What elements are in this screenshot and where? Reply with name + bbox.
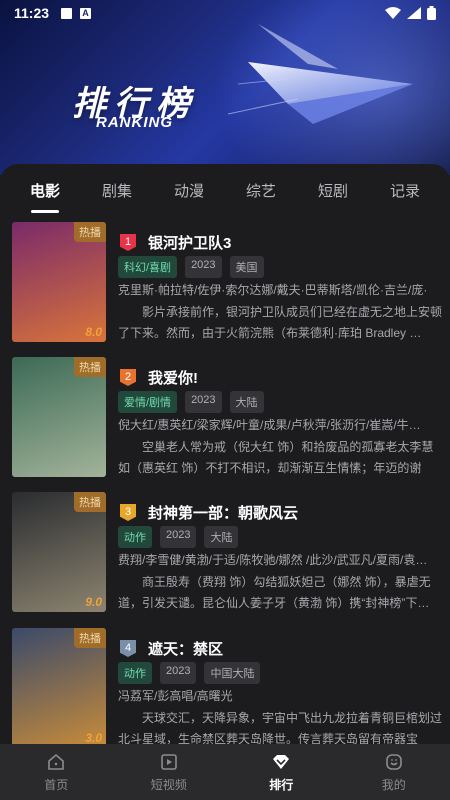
year-tag: 2023: [160, 526, 197, 548]
item-title[interactable]: 遮天：禁区: [148, 638, 223, 659]
play-icon: [160, 753, 177, 770]
nav-short-video[interactable]: 短视频: [113, 744, 226, 800]
poster-image[interactable]: 热播 9.0: [12, 492, 106, 612]
poster-image[interactable]: 热播: [12, 357, 106, 477]
ranking-header: 11:23 A 排行榜 RANKING: [0, 0, 450, 175]
region-tag: 大陆: [229, 391, 264, 413]
nav-profile[interactable]: 我的: [338, 744, 450, 800]
nav-ranking[interactable]: 排行: [225, 744, 338, 800]
genre-tag: 动作: [118, 526, 152, 548]
rank-badge: 1: [120, 234, 136, 251]
tag-list: 科幻/喜剧 2023 美国: [118, 256, 264, 278]
home-icon: [48, 753, 65, 770]
battery-icon: [427, 6, 436, 20]
diamond-icon: [273, 754, 290, 769]
year-tag: 2023: [160, 662, 197, 684]
image-notification-icon: [61, 7, 73, 19]
tag-list: 动作 2023 大陆: [118, 526, 239, 548]
genre-tag: 科幻/喜剧: [118, 256, 178, 278]
paper-plane-graphic: [228, 24, 413, 124]
tag-list: 爱情/剧情 2023 大陆: [118, 391, 264, 413]
nav-profile-label: 我的: [381, 777, 406, 792]
region-tag: 美国: [229, 256, 264, 278]
category-tabs: 电影 剧集 动漫 综艺 短剧 记录: [0, 180, 450, 210]
cast-list: 克里斯·帕拉特/佐伊·索尔达娜/戴夫·巴蒂斯塔/凯伦·吉兰/庞·: [118, 283, 428, 297]
user-icon: [385, 753, 402, 770]
rank-badge: 4: [120, 640, 136, 657]
item-title[interactable]: 封神第一部：朝歌风云: [148, 502, 298, 523]
hot-badge: 热播: [74, 357, 106, 377]
list-item[interactable]: 热播 9.0 3 封神第一部：朝歌风云动作 2023 大陆费翔/李雪健/黄渤/于适/陈牧驰…: [12, 492, 442, 614]
tab-documentary[interactable]: 记录: [381, 180, 429, 201]
score: 3.0: [85, 731, 102, 745]
region-tag: 中国大陆: [204, 662, 261, 684]
hot-badge: 热播: [74, 222, 106, 242]
hot-badge: 热播: [74, 628, 106, 648]
status-time: 11:23: [14, 5, 50, 21]
region-tag: 大陆: [204, 526, 239, 548]
bottom-nav: 首页 短视频 排行 我的: [0, 744, 450, 800]
year-tag: 2023: [185, 391, 222, 413]
active-tab-indicator: [31, 210, 59, 213]
tab-anime[interactable]: 动漫: [165, 180, 213, 201]
page-subtitle: RANKING: [96, 114, 173, 131]
tab-variety[interactable]: 综艺: [237, 180, 285, 201]
rank-badge: 3: [120, 504, 136, 521]
list-item[interactable]: 热播 3.0 4 遮天：禁区 动作 2023 中国大陆 冯荔军/彭高唱/高曙光 天球交汇，天降异…: [12, 628, 442, 750]
rank-badge: 2: [120, 369, 136, 386]
nav-ranking-label: 排行: [269, 777, 294, 792]
synopsis: 商王殷寿（费翔 饰）勾结狐妖妲己（娜然 饰），暴虐无道，引发天谴。昆仑仙人姜子牙…: [118, 575, 431, 610]
synopsis: 空巢老人常为戒（倪大红 饰）和拾废品的孤寡老太李慧如（惠英红 饰）不打不相识，却…: [118, 440, 434, 475]
nav-home[interactable]: 首页: [0, 744, 113, 800]
tab-series[interactable]: 剧集: [93, 180, 141, 201]
poster-image[interactable]: 热播 3.0: [12, 628, 106, 748]
synopsis: 影片承接前作，银河护卫队成员们已经在虚无之地上安顿了下来。然而，由于火箭浣熊（布…: [118, 305, 442, 340]
cast-list: 倪大红/惠英红/梁家辉/叶童/成果/卢秋萍/张沥行/崔嵩/牛…: [118, 418, 421, 432]
year-tag: 2023: [185, 256, 222, 278]
score: 8.0: [85, 325, 102, 339]
item-title[interactable]: 我爱你!: [148, 367, 198, 388]
a-notification-icon: A: [80, 7, 92, 19]
cast-list: 冯荔军/彭高唱/高曙光: [118, 689, 233, 703]
genre-tag: 爱情/剧情: [118, 391, 178, 413]
list-item[interactable]: 热播 2 我爱你! 爱情/剧情 2023 大陆倪大红/惠英红/梁家辉/叶童/成果/卢秋萍/…: [12, 357, 442, 479]
genre-tag: 动作: [118, 662, 152, 684]
ranking-panel: 电影 剧集 动漫 综艺 短剧 记录 热播 8.0 1 银河护卫队3 科幻/喜剧 2023 美…: [0, 164, 450, 748]
score: 9.0: [85, 595, 102, 609]
poster-image[interactable]: 热播 8.0: [12, 222, 106, 342]
nav-home-label: 首页: [44, 777, 69, 792]
item-title[interactable]: 银河护卫队3: [148, 232, 231, 253]
tab-movie[interactable]: 电影: [21, 180, 69, 201]
cast-list: 费翔/李雪健/黄渤/于适/陈牧驰/娜然 /此沙/武亚凡/夏雨/袁…: [118, 553, 428, 567]
nav-short-video-label: 短视频: [150, 777, 187, 792]
tag-list: 动作 2023 中国大陆: [118, 662, 261, 684]
tab-short-drama[interactable]: 短剧: [309, 180, 357, 201]
list-item[interactable]: 热播 8.0 1 银河护卫队3 科幻/喜剧 2023 美国克里斯·帕拉特/佐伊·索尔达娜/戴…: [12, 222, 442, 344]
hot-badge: 热播: [74, 492, 106, 512]
